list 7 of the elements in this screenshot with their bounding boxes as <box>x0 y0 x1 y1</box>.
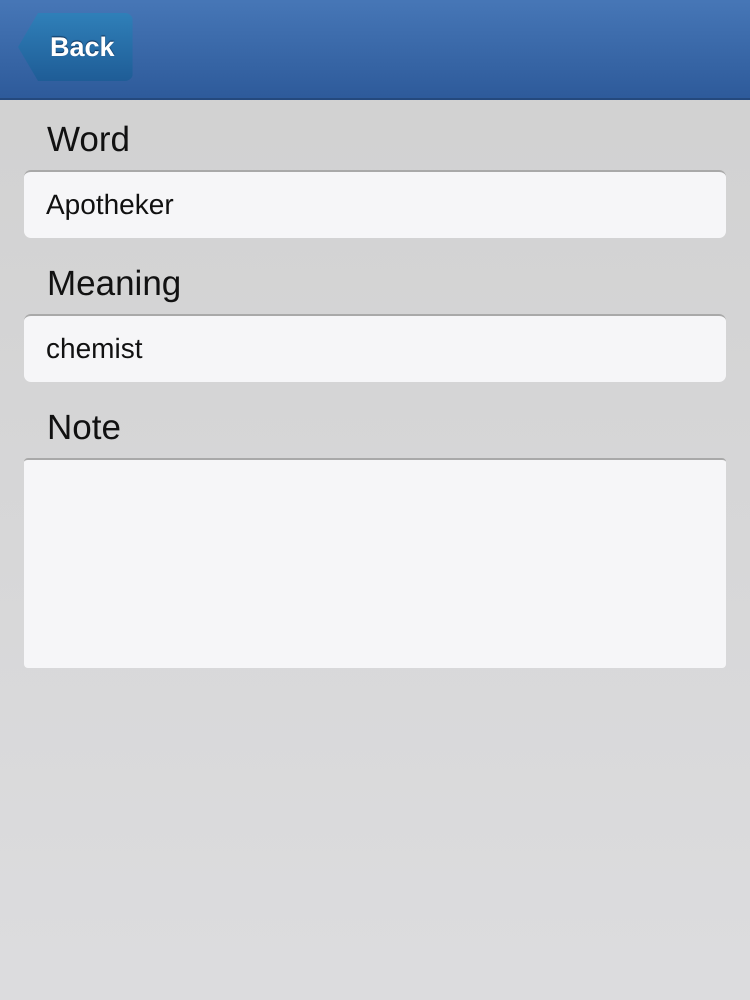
note-field[interactable] <box>24 458 726 668</box>
input-field[interactable]: Apotheker <box>24 170 726 238</box>
input-field[interactable]: chemist <box>24 314 726 382</box>
field-label: Word <box>46 120 131 160</box>
back-button[interactable]: Back <box>18 13 133 81</box>
field-label: Meaning <box>46 264 182 304</box>
field-label: Note <box>46 408 122 448</box>
